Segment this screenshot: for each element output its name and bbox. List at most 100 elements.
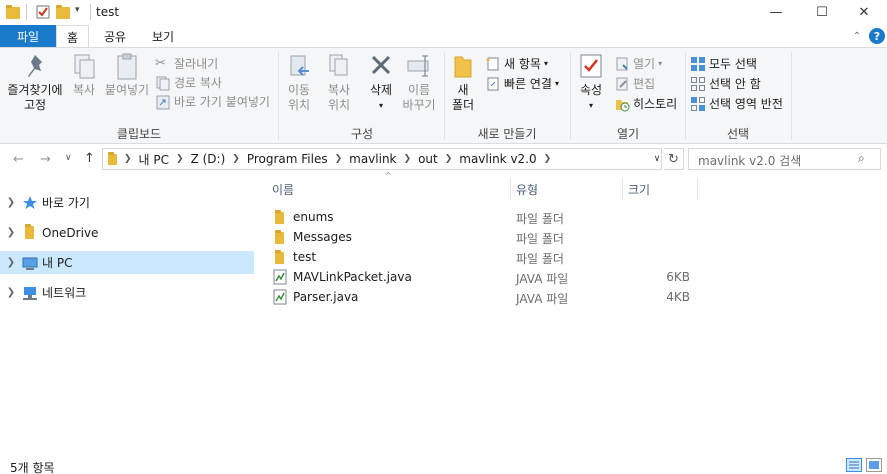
refresh-icon[interactable]: ↻ <box>664 148 684 170</box>
delete-button[interactable]: 삭제 ▾ <box>364 51 398 113</box>
properties-icon[interactable] <box>35 4 51 20</box>
cut-button[interactable]: ✂ 잘라내기 <box>155 54 218 73</box>
rename-label-2: 바꾸기 <box>402 98 436 112</box>
close-button[interactable]: ✕ <box>841 0 887 25</box>
paste-button[interactable]: 붙여넣기 <box>103 51 151 98</box>
new-folder-button[interactable]: 새 폴더 <box>448 51 478 113</box>
move-to-button[interactable]: 이동 위치 <box>282 51 316 113</box>
new-group-label: 새로 만들기 <box>477 127 537 141</box>
group-divider <box>791 52 792 140</box>
copy-to-button[interactable]: 복사 위치 <box>320 51 358 113</box>
new-folder-icon <box>454 56 472 78</box>
file-row[interactable]: enums 파일 폴더 <box>270 207 710 227</box>
breadcrumb-drive[interactable]: Z (D:) <box>187 152 230 166</box>
tab-file[interactable]: 파일 <box>0 25 56 48</box>
column-divider[interactable] <box>622 178 623 200</box>
nav-item-onedrive[interactable]: ❯ OneDrive <box>0 221 254 244</box>
breadcrumb-mavlink[interactable]: mavlink <box>345 152 400 166</box>
qat-dropdown-icon[interactable]: ▾ <box>75 5 80 15</box>
edit-label: 편집 <box>633 77 656 91</box>
paste-shortcut-button[interactable]: 바로 가기 붙여넣기 <box>155 92 270 111</box>
chevron-right-icon[interactable]: ❯ <box>121 154 135 164</box>
clipboard-group-label: 클립보드 <box>116 127 162 141</box>
large-icons-view-icon[interactable] <box>866 458 882 472</box>
up-arrow-icon[interactable]: ↑ <box>84 151 95 166</box>
address-bar[interactable]: ❯ 내 PC ❯ Z (D:) ❯ Program Files ❯ mavlin… <box>102 148 662 170</box>
chevron-right-icon[interactable]: ❯ <box>173 154 187 164</box>
recent-locations-icon[interactable]: ∨ <box>65 153 72 163</box>
column-divider[interactable] <box>510 178 511 200</box>
chevron-right-icon[interactable]: ❯ <box>0 197 22 208</box>
search-icon[interactable]: ⌕ <box>858 151 865 166</box>
delete-icon <box>371 55 391 75</box>
open-button[interactable]: 열기 ▾ <box>614 54 662 73</box>
tab-view[interactable]: 보기 <box>143 25 183 48</box>
copy-path-button[interactable]: 경로 복사 <box>155 73 222 92</box>
breadcrumb-program-files[interactable]: Program Files <box>243 152 332 166</box>
column-header-type[interactable]: 유형 <box>516 178 622 200</box>
file-row[interactable]: MAVLinkPacket.java JAVA 파일 6KB <box>270 267 710 287</box>
chevron-up-icon[interactable]: ⌃ <box>850 29 864 43</box>
file-row[interactable]: Messages 파일 폴더 <box>270 227 710 247</box>
copy-button[interactable]: 복사 <box>68 51 100 98</box>
file-name: MAVLinkPacket.java <box>293 270 412 284</box>
copy-path-label: 경로 복사 <box>174 76 222 90</box>
chevron-right-icon[interactable]: ❯ <box>541 154 555 164</box>
chevron-right-icon[interactable]: ❯ <box>442 154 456 164</box>
breadcrumb-this-pc[interactable]: 내 PC <box>135 151 173 168</box>
column-header-name[interactable]: 이름 <box>272 178 510 200</box>
tab-share[interactable]: 공유 <box>95 25 135 48</box>
delete-label: 삭제 <box>369 83 393 97</box>
select-all-button[interactable]: 모두 선택 <box>690 54 757 73</box>
history-button[interactable]: 히스토리 <box>614 94 677 113</box>
folder-icon[interactable] <box>6 4 22 20</box>
back-arrow-icon[interactable]: ← <box>13 152 24 167</box>
edit-icon <box>614 76 630 92</box>
chevron-right-icon[interactable]: ❯ <box>401 154 415 164</box>
help-icon[interactable]: ? <box>869 28 885 44</box>
file-row[interactable]: test 파일 폴더 <box>270 247 710 267</box>
column-divider[interactable] <box>697 178 698 200</box>
copy-icon <box>74 54 95 79</box>
invert-selection-button[interactable]: 선택 영역 반전 <box>690 94 783 113</box>
select-none-button[interactable]: 선택 안 함 <box>690 74 761 93</box>
chevron-right-icon[interactable]: ❯ <box>229 154 243 164</box>
new-item-button[interactable]: 새 항목 ▾ <box>485 54 548 73</box>
properties-button[interactable]: 속성 ▾ <box>576 51 606 113</box>
nav-item-quick-access[interactable]: ❯ 바로 가기 <box>0 191 254 214</box>
address-dropdown-icon[interactable]: ∨ <box>650 148 664 170</box>
nav-item-network[interactable]: ❯ 네트워크 <box>0 281 254 304</box>
minimize-button[interactable]: — <box>753 0 799 25</box>
nav-item-this-pc[interactable]: ❯ 내 PC <box>0 251 254 274</box>
new-item-dropdown-icon: ▾ <box>543 59 548 68</box>
breadcrumb-mavlink-v2[interactable]: mavlink v2.0 <box>455 152 540 166</box>
file-name: Messages <box>293 230 352 244</box>
column-header-size[interactable]: 크기 <box>628 178 696 200</box>
nav-item-label: 바로 가기 <box>42 196 90 210</box>
easy-access-button[interactable]: 빠른 연결 ▾ <box>485 74 559 93</box>
chevron-right-icon[interactable]: ❯ <box>0 287 22 298</box>
file-type: 파일 폴더 <box>516 232 564 246</box>
file-row[interactable]: Parser.java JAVA 파일 4KB <box>270 287 710 307</box>
tab-home[interactable]: 홈 <box>56 25 89 49</box>
chevron-right-icon[interactable]: ❯ <box>332 154 346 164</box>
chevron-right-icon[interactable]: ❯ <box>0 257 22 268</box>
maximize-button[interactable]: ☐ <box>799 0 845 25</box>
rename-button[interactable]: 이름 바꾸기 <box>400 51 438 113</box>
select-none-label: 선택 안 함 <box>709 77 761 91</box>
copy-path-icon <box>155 75 171 91</box>
search-input[interactable]: mavlink v2.0 검색 <box>688 148 881 170</box>
pin-quick-access-button[interactable]: 즐겨찾기에 고정 <box>4 51 66 113</box>
group-divider <box>570 52 571 140</box>
forward-arrow-icon[interactable]: → <box>40 152 51 167</box>
breadcrumb-out[interactable]: out <box>414 152 442 166</box>
select-all-icon <box>690 56 706 72</box>
new-folder-icon[interactable] <box>56 4 72 20</box>
chevron-right-icon[interactable]: ❯ <box>0 227 22 238</box>
details-view-icon[interactable] <box>846 458 862 472</box>
file-size: 6KB <box>666 270 690 284</box>
computer-icon <box>22 255 38 271</box>
paste-shortcut-label: 바로 가기 붙여넣기 <box>174 95 270 109</box>
open-dropdown-icon: ▾ <box>658 59 663 68</box>
edit-button[interactable]: 편집 <box>614 74 655 93</box>
